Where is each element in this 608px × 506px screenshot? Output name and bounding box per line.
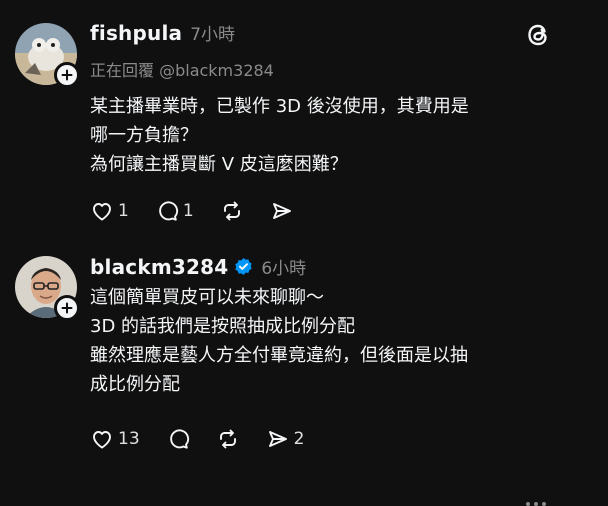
- avatar-fishpula-wrap[interactable]: [15, 23, 80, 88]
- repost-button[interactable]: [216, 427, 240, 451]
- repost-button[interactable]: [220, 199, 244, 223]
- like-button[interactable]: 1: [90, 199, 129, 223]
- follow-plus-icon[interactable]: [54, 295, 80, 321]
- post-actions: 1 1: [90, 199, 320, 223]
- timestamp[interactable]: 6小時: [261, 254, 306, 279]
- share-button[interactable]: [270, 199, 294, 223]
- post-text-line: 某主播畢業時，已製作 3D 後沒使用，其費用是: [90, 96, 469, 117]
- reply-post-blackm3284: blackm3284 6小時 這個簡單買皮可以未來聊聊～ 3D 的話我們是按照抽…: [0, 240, 608, 506]
- post-header: fishpula 7小時: [90, 20, 235, 46]
- post-text-line: 為何讓主播買斷 V 皮這麼困難？: [90, 154, 348, 175]
- like-button[interactable]: 13: [90, 427, 140, 451]
- comment-icon: [155, 199, 179, 223]
- send-icon: [270, 199, 294, 223]
- post-text-line: 成比例分配: [90, 374, 180, 395]
- post-text-line: 雖然理應是藝人方全付畢竟違約，但後面是以抽: [90, 345, 468, 366]
- post-actions: 13 2: [90, 427, 330, 451]
- replying-to-text[interactable]: 正在回覆 @blackm3284: [90, 57, 274, 81]
- username[interactable]: fishpula: [90, 21, 182, 45]
- post-text-line: 這個簡單買皮可以未來聊聊～: [90, 287, 324, 308]
- like-count: 1: [118, 201, 129, 221]
- send-icon: [266, 427, 290, 451]
- reply-count: 1: [182, 201, 194, 221]
- post-body: 某主播畢業時，已製作 3D 後沒使用，其費用是 哪一方負擔？ 為何讓主播買斷 V…: [90, 92, 469, 179]
- comment-icon: [166, 427, 190, 451]
- reply-button[interactable]: 1: [155, 199, 194, 223]
- follow-plus-icon[interactable]: [54, 62, 80, 88]
- threads-logo-icon[interactable]: [523, 20, 553, 54]
- more-icon[interactable]: [526, 502, 546, 506]
- heart-icon: [90, 427, 114, 451]
- like-count: 13: [118, 429, 140, 449]
- post-text-line: 哪一方負擔？: [90, 125, 198, 146]
- post-text-line: 3D 的話我們是按照抽成比例分配: [90, 316, 356, 337]
- verified-badge-icon: [234, 257, 253, 276]
- share-button[interactable]: 2: [266, 427, 305, 451]
- username[interactable]: blackm3284: [90, 255, 228, 279]
- reply-button[interactable]: [166, 427, 190, 451]
- post-header: blackm3284 6小時: [90, 254, 306, 280]
- heart-icon: [90, 199, 114, 223]
- timestamp[interactable]: 7小時: [190, 20, 235, 45]
- repost-icon: [216, 427, 240, 451]
- share-count: 2: [293, 429, 305, 449]
- avatar-blackm3284-wrap[interactable]: [15, 256, 80, 321]
- reply-post-fishpula: fishpula 7小時 正在回覆 @blackm3284 某主播畢業時，已製作…: [0, 0, 608, 240]
- post-body: 這個簡單買皮可以未來聊聊～ 3D 的話我們是按照抽成比例分配 雖然理應是藝人方全…: [90, 283, 468, 399]
- repost-icon: [220, 199, 244, 223]
